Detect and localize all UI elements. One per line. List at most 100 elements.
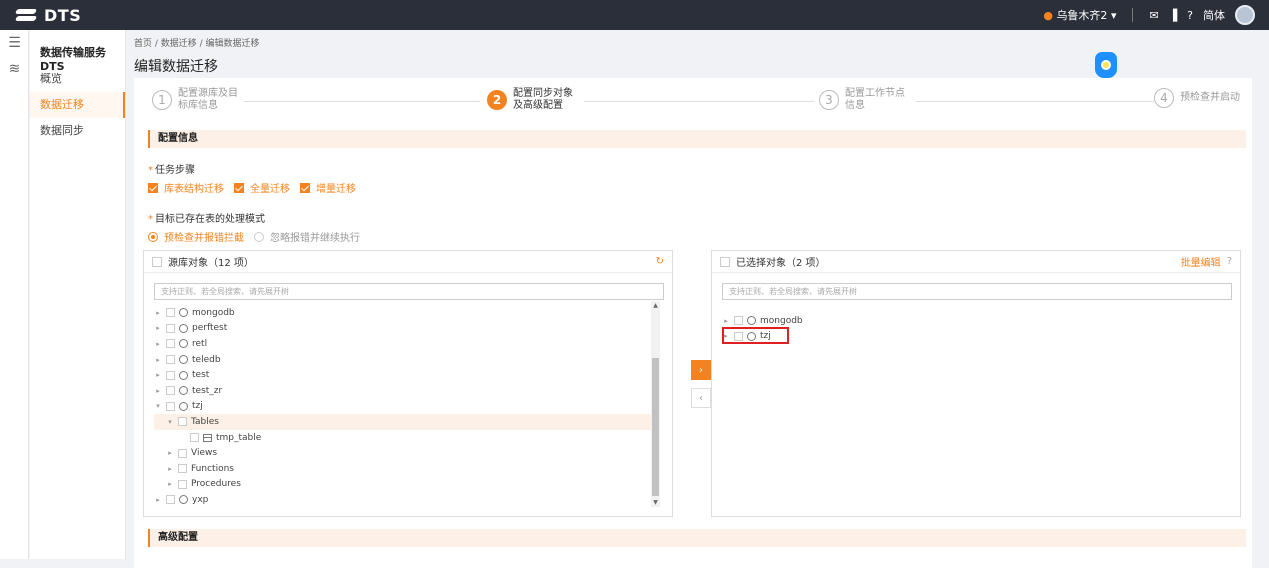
mascot-icon[interactable]: [1095, 52, 1117, 78]
expand-caret-icon[interactable]: ▾: [166, 418, 174, 426]
scroll-thumb[interactable]: [652, 358, 659, 496]
tree-checkbox[interactable]: [178, 479, 187, 489]
step-3: 3 配置工作节点 信息: [819, 88, 905, 112]
source-scrollbar[interactable]: ▲ ▼: [651, 301, 660, 507]
tree-checkbox[interactable]: [178, 448, 187, 458]
select-all-target-checkbox[interactable]: [720, 256, 730, 267]
tree-node[interactable]: ▸ test_zr: [154, 383, 651, 399]
breadcrumb[interactable]: 首页 / 数据迁移 / 编辑数据迁移: [134, 36, 260, 49]
incremental-migration-label[interactable]: 增量迁移: [316, 180, 356, 195]
tree-checkbox[interactable]: [190, 433, 199, 443]
expand-caret-icon[interactable]: ▸: [154, 324, 162, 332]
sidebar-item-overview[interactable]: 概览: [30, 66, 125, 92]
tree-checkbox[interactable]: [166, 323, 175, 333]
expand-caret-icon[interactable]: ▸: [154, 309, 162, 317]
expand-caret-icon[interactable]: ▸: [722, 317, 730, 325]
tree-node[interactable]: ▸ perftest: [154, 321, 651, 337]
tree-node-label: test: [192, 370, 210, 381]
help-icon[interactable]: ?: [1227, 256, 1232, 267]
refresh-icon[interactable]: ↻: [656, 256, 664, 267]
tree-node[interactable]: ▸ Functions: [154, 461, 651, 477]
tree-checkbox[interactable]: [178, 417, 187, 427]
tree-node[interactable]: ▾ Tables: [154, 414, 651, 430]
region-label: 乌鲁木齐2: [1056, 9, 1108, 22]
tree-node-label: teledb: [192, 354, 221, 365]
tree-node[interactable]: ▸ test: [154, 367, 651, 383]
database-icon: [179, 386, 188, 396]
top-right-menu: ● 乌鲁木齐2 ▾ ✉ ▐ ? 简体: [1043, 5, 1255, 25]
tree-node[interactable]: ▸ yxp: [154, 492, 651, 508]
scroll-down-icon[interactable]: ▼: [651, 498, 660, 507]
tree-checkbox[interactable]: [166, 495, 175, 505]
menu-icon[interactable]: ☰: [0, 30, 29, 56]
incremental-migration-checkbox[interactable]: [300, 182, 310, 193]
expand-caret-icon[interactable]: ▸: [154, 387, 162, 395]
tree-checkbox[interactable]: [166, 355, 175, 365]
expand-caret-icon[interactable]: ▸: [154, 356, 162, 364]
section-config-info: 配置信息: [148, 130, 1246, 148]
step-number: 2: [487, 90, 507, 110]
expand-caret-icon[interactable]: ▸: [166, 465, 174, 473]
database-icon: [179, 495, 188, 505]
left-rail: ☰ ≋: [0, 30, 29, 559]
task-steps-label: * 任务步骤: [148, 165, 195, 176]
tree-checkbox[interactable]: [166, 386, 175, 396]
tree-node[interactable]: ▸ retl: [154, 336, 651, 352]
precheck-block-radio[interactable]: [148, 231, 158, 242]
target-search-input[interactable]: 支持正则、若全局搜索、请先展开树: [722, 283, 1232, 300]
expand-caret-icon[interactable]: ▸: [154, 340, 162, 348]
tree-node-label: Functions: [191, 463, 234, 474]
avatar[interactable]: [1235, 5, 1255, 25]
tree-checkbox[interactable]: [166, 370, 175, 380]
move-left-button[interactable]: ‹: [691, 388, 711, 408]
tree-checkbox[interactable]: [166, 339, 175, 349]
mail-icon[interactable]: ✉: [1149, 9, 1158, 22]
chart-icon[interactable]: ▐: [1169, 9, 1177, 22]
tree-node[interactable]: ▸ mongodb: [154, 305, 651, 321]
sidebar-item-data-migration[interactable]: 数据迁移: [30, 92, 125, 118]
expand-caret-icon[interactable]: ▸: [154, 371, 162, 379]
tree-checkbox[interactable]: [166, 401, 175, 411]
expand-caret-icon[interactable]: ▸: [166, 480, 174, 488]
dts-product-icon[interactable]: ≋: [0, 56, 29, 82]
sidebar-item-data-sync[interactable]: 数据同步: [30, 118, 125, 144]
precheck-block-label[interactable]: 预检查并报错拦截: [164, 229, 244, 244]
expand-caret-icon[interactable]: ▾: [154, 402, 162, 410]
language-switch[interactable]: 简体: [1203, 7, 1225, 23]
section-advanced-config: 高级配置: [148, 529, 1246, 547]
help-icon[interactable]: ?: [1187, 9, 1193, 22]
schema-migration-checkbox[interactable]: [148, 182, 158, 193]
step-progress: 1 配置源库及目 标库信息 2 配置同步对象 及高级配置 3 配置工作节点 信息 4 …: [134, 78, 1252, 124]
tree-node-label: test_zr: [192, 385, 223, 396]
source-search-input[interactable]: 支持正则、若全局搜索、请先展开树: [154, 283, 664, 300]
full-migration-checkbox[interactable]: [234, 182, 244, 193]
dts-logo[interactable]: DTS: [16, 6, 81, 25]
tree-checkbox[interactable]: [734, 316, 743, 326]
full-migration-label[interactable]: 全量迁移: [250, 180, 290, 195]
tree-node[interactable]: tmp_table: [154, 430, 651, 446]
tree-node[interactable]: ▸ Procedures: [154, 477, 651, 493]
source-tree: ▸ mongodb ▸ perftest ▸ retl ▸ teledb ▸ test ▸ test_…: [154, 305, 651, 508]
tree-node-label: Procedures: [191, 479, 241, 490]
tree-node[interactable]: ▸ mongodb: [722, 313, 1232, 329]
schema-migration-label[interactable]: 库表结构迁移: [164, 180, 224, 195]
tree-node[interactable]: ▸ tzj: [722, 329, 1232, 345]
ignore-errors-label[interactable]: 忽略报错并继续执行: [270, 229, 360, 244]
ignore-errors-radio[interactable]: [254, 231, 264, 242]
batch-edit-link[interactable]: 批量编辑: [1181, 254, 1221, 269]
database-icon: [179, 339, 188, 349]
expand-caret-icon[interactable]: ▸: [154, 496, 162, 504]
tree-node[interactable]: ▸ teledb: [154, 352, 651, 368]
tree-node[interactable]: ▸ Views: [154, 445, 651, 461]
database-icon: [179, 323, 188, 333]
tree-checkbox[interactable]: [178, 464, 187, 474]
scroll-up-icon[interactable]: ▲: [651, 301, 660, 310]
select-all-source-checkbox[interactable]: [152, 256, 162, 267]
move-right-button[interactable]: ›: [691, 360, 711, 380]
tree-checkbox[interactable]: [166, 308, 175, 318]
region-selector[interactable]: ● 乌鲁木齐2 ▾: [1043, 7, 1116, 23]
expand-caret-icon[interactable]: ▸: [166, 449, 174, 457]
tree-node[interactable]: ▾ tzj: [154, 399, 651, 415]
tree-node-label: perftest: [192, 323, 228, 334]
tree-node-label: Tables: [191, 416, 219, 427]
